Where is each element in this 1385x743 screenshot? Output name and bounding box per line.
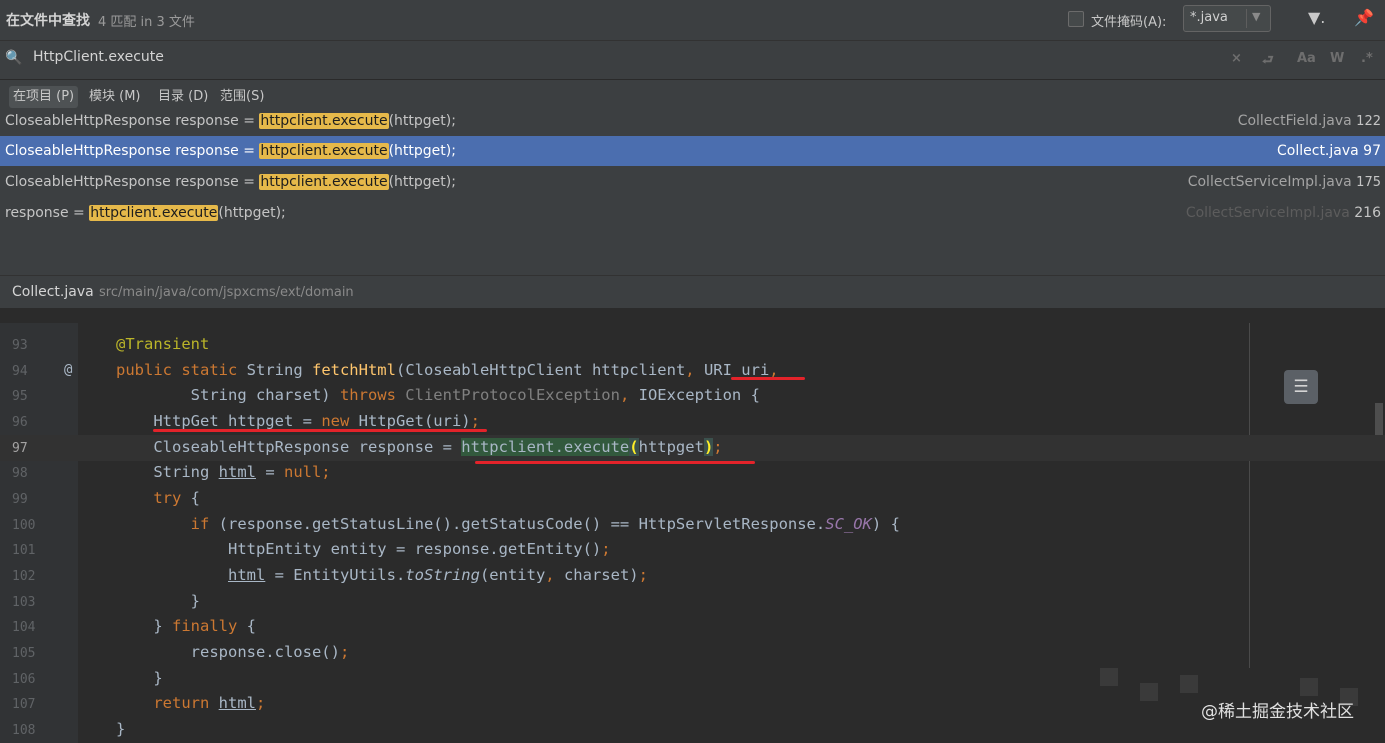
code-line: 99 try {: [12, 489, 200, 507]
line-number: 103: [12, 595, 36, 610]
scope-tabs: 在项目 (P) 模块 (M) 目录 (D) 范围(S): [0, 80, 1385, 109]
result-match: httpclient.execute: [259, 113, 389, 129]
result-prefix: CloseableHttpResponse response =: [5, 113, 260, 129]
mosaic-block: [1300, 678, 1318, 696]
code-line: 107 return html;: [12, 694, 266, 712]
line-number: 107: [12, 697, 36, 712]
filter-icon[interactable]: ▼.: [1308, 8, 1325, 27]
result-line: 122: [1356, 114, 1381, 129]
result-file: CollectServiceImpl.java: [1185, 205, 1350, 221]
preview-breadcrumb: Collect.java src/main/java/com/jspxcms/e…: [0, 275, 1385, 308]
code-line: 94 @ public static String fetchHtml(Clos…: [12, 361, 779, 379]
result-row[interactable]: CloseableHttpResponse response = httpcli…: [0, 167, 1385, 197]
scope-directory[interactable]: 目录 (D): [154, 86, 212, 108]
line-number: 104: [12, 620, 36, 635]
line-number: 105: [12, 646, 36, 661]
result-row[interactable]: response = httpclient.execute(httpget); …: [0, 198, 1385, 228]
result-suffix: (httpget);: [388, 174, 456, 190]
result-line: 216: [1354, 205, 1381, 221]
line-number: 94: [12, 364, 28, 379]
mosaic-block: [1140, 683, 1158, 701]
file-mask-value: *.java: [1190, 10, 1228, 25]
reader-mode-icon[interactable]: ☰: [1284, 370, 1318, 404]
result-suffix: (httpget);: [218, 205, 286, 221]
annotation-gutter-icon[interactable]: @: [64, 362, 72, 378]
code-line-current: 97 CloseableHttpResponse response = http…: [0, 435, 1385, 461]
line-number: 102: [12, 569, 36, 584]
line-number: 98: [12, 466, 28, 481]
code-line: 95 String charset) throws ClientProtocol…: [12, 386, 760, 404]
line-number: 101: [12, 543, 36, 558]
line-number: 93: [12, 338, 28, 353]
watermark: @稀土掘金技术社区: [1201, 702, 1354, 722]
result-row-selected[interactable]: CloseableHttpResponse response = httpcli…: [0, 136, 1385, 166]
preview-file-name: Collect.java: [12, 284, 94, 300]
match-case-icon[interactable]: Aa: [1297, 51, 1316, 66]
result-line: 97: [1363, 143, 1381, 159]
result-file: CollectServiceImpl.java: [1187, 174, 1352, 190]
result-row[interactable]: CloseableHttpResponse response = httpcli…: [0, 106, 1385, 136]
result-file: Collect.java: [1277, 143, 1359, 159]
mosaic-block: [1100, 668, 1118, 686]
result-match: httpclient.execute: [259, 174, 389, 190]
line-number: 99: [12, 492, 28, 507]
scrollbar-thumb[interactable]: [1375, 403, 1383, 435]
code-line: 101 HttpEntity entity = response.getEnti…: [12, 540, 611, 558]
combo-separator: [1246, 9, 1247, 28]
result-line: 175: [1356, 175, 1381, 190]
result-file: CollectField.java: [1237, 113, 1352, 129]
scope-project[interactable]: 在项目 (P): [9, 86, 79, 108]
scope-scope[interactable]: 范围(S): [216, 86, 268, 108]
regex-icon[interactable]: .*: [1361, 51, 1373, 66]
code-line: 102 html = EntityUtils.toString(entity, …: [12, 566, 648, 584]
file-mask-label: 文件掩码(A):: [1091, 15, 1167, 30]
newline-icon[interactable]: ⮐: [1262, 51, 1274, 73]
scope-module[interactable]: 模块 (M): [85, 86, 145, 108]
code-line: 105 response.close();: [12, 643, 350, 661]
line-number: 96: [12, 415, 28, 430]
result-prefix: response =: [5, 205, 90, 221]
file-mask-combo[interactable]: *.java ▼: [1183, 5, 1271, 32]
clear-icon[interactable]: ×: [1231, 51, 1242, 66]
whole-words-icon[interactable]: W: [1330, 51, 1344, 66]
red-underline: [731, 377, 805, 380]
preview-file-path: src/main/java/com/jspxcms/ext/domain: [99, 285, 354, 300]
code-line: 100 if (response.getStatusLine().getStat…: [12, 515, 900, 533]
results-list: CloseableHttpResponse response = httpcli…: [0, 109, 1385, 275]
line-number: 100: [12, 518, 36, 533]
search-icon[interactable]: 🔍: [5, 50, 22, 66]
code-line: 108 }: [12, 720, 126, 738]
red-underline: [475, 461, 755, 464]
code-line: 93 @Transient: [12, 335, 210, 353]
code-line: 103 }: [12, 592, 200, 610]
line-number: 106: [12, 672, 36, 687]
search-input[interactable]: [33, 49, 933, 65]
search-bar: 🔍 × ⮐ Aa W .*: [0, 41, 1385, 80]
mosaic-block: [1180, 675, 1198, 693]
code-line: 106 }: [12, 669, 163, 687]
line-number: 95: [12, 389, 28, 404]
result-prefix: CloseableHttpResponse response =: [5, 174, 260, 190]
line-number: 97: [12, 441, 28, 456]
result-suffix: (httpget);: [388, 113, 456, 129]
dialog-title: 在文件中查找: [6, 13, 90, 29]
match-count: 4 匹配 in 3 文件: [98, 14, 195, 30]
red-underline: [153, 429, 487, 432]
code-line: 104 } finally {: [12, 617, 256, 635]
result-prefix: CloseableHttpResponse response =: [5, 143, 260, 159]
code-preview[interactable]: 93 @Transient 94 @ public static String …: [0, 323, 1385, 743]
pin-icon[interactable]: 📌: [1354, 8, 1374, 27]
find-in-files-header: 在文件中查找 4 匹配 in 3 文件 文件掩码(A): *.java ▼ ▼.…: [0, 0, 1385, 41]
result-match: httpclient.execute: [259, 143, 389, 159]
result-suffix: (httpget);: [388, 143, 456, 159]
result-match: httpclient.execute: [89, 205, 219, 221]
chevron-down-icon[interactable]: ▼: [1252, 10, 1260, 23]
file-mask-checkbox[interactable]: [1068, 11, 1084, 27]
line-number: 108: [12, 723, 36, 738]
